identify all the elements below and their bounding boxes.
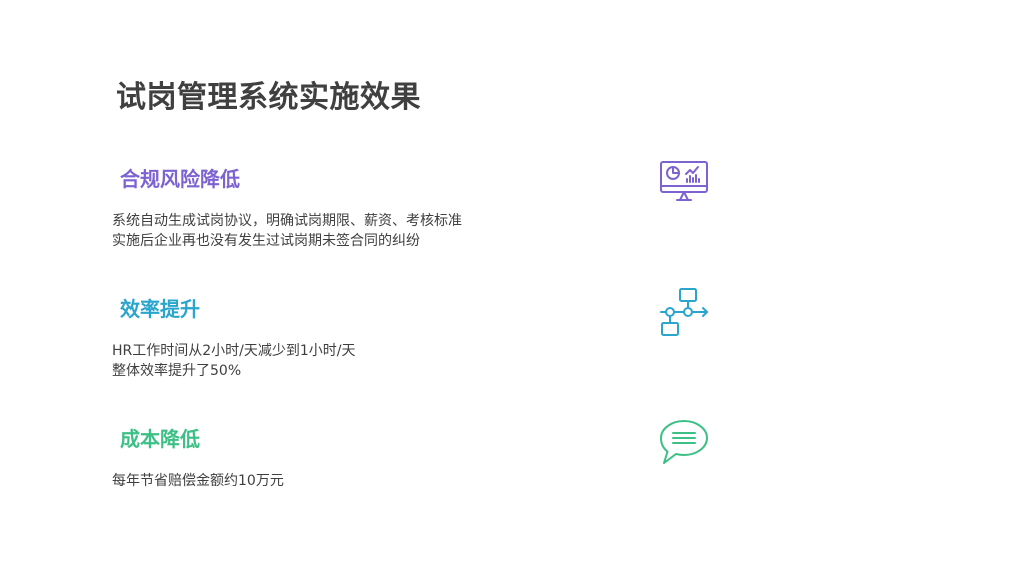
chat-bubble-icon [658, 417, 710, 469]
section-line: 系统自动生成试岗协议，明确试岗期限、薪资、考核标准 [112, 213, 462, 229]
section-title: 成本降低 [120, 427, 200, 451]
section-line: HR工作时间从2小时/天减少到1小时/天 [112, 343, 356, 359]
section-cost: 成本降低 每年节省赔偿金额约10万元 [0, 420, 1024, 535]
section-title: 合规风险降低 [120, 167, 240, 191]
section-text: 系统自动生成试岗协议，明确试岗期限、薪资、考核标准 实施后企业再也没有发生过试岗… [112, 211, 462, 251]
section-line: 每年节省赔偿金额约10万元 [112, 473, 284, 489]
section-line: 实施后企业再也没有发生过试岗期未签合同的纠纷 [112, 233, 420, 249]
page-title: 试岗管理系统实施效果 [116, 80, 421, 115]
section-text: 每年节省赔偿金额约10万元 [112, 471, 284, 491]
section-text: HR工作时间从2小时/天减少到1小时/天 整体效率提升了50% [112, 341, 356, 381]
section-efficiency: 效率提升 HR工作时间从2小时/天减少到1小时/天 整体效率提升了50% [0, 288, 1024, 405]
section-line: 整体效率提升了50% [112, 363, 242, 379]
dashboard-monitor-icon [658, 150, 710, 202]
section-compliance: 合规风险降低 系统自动生成试岗协议，明确试岗期限、薪资、考核标准 实施后企业再也… [0, 161, 1024, 275]
section-title: 效率提升 [120, 297, 200, 321]
workflow-icon [658, 287, 710, 339]
